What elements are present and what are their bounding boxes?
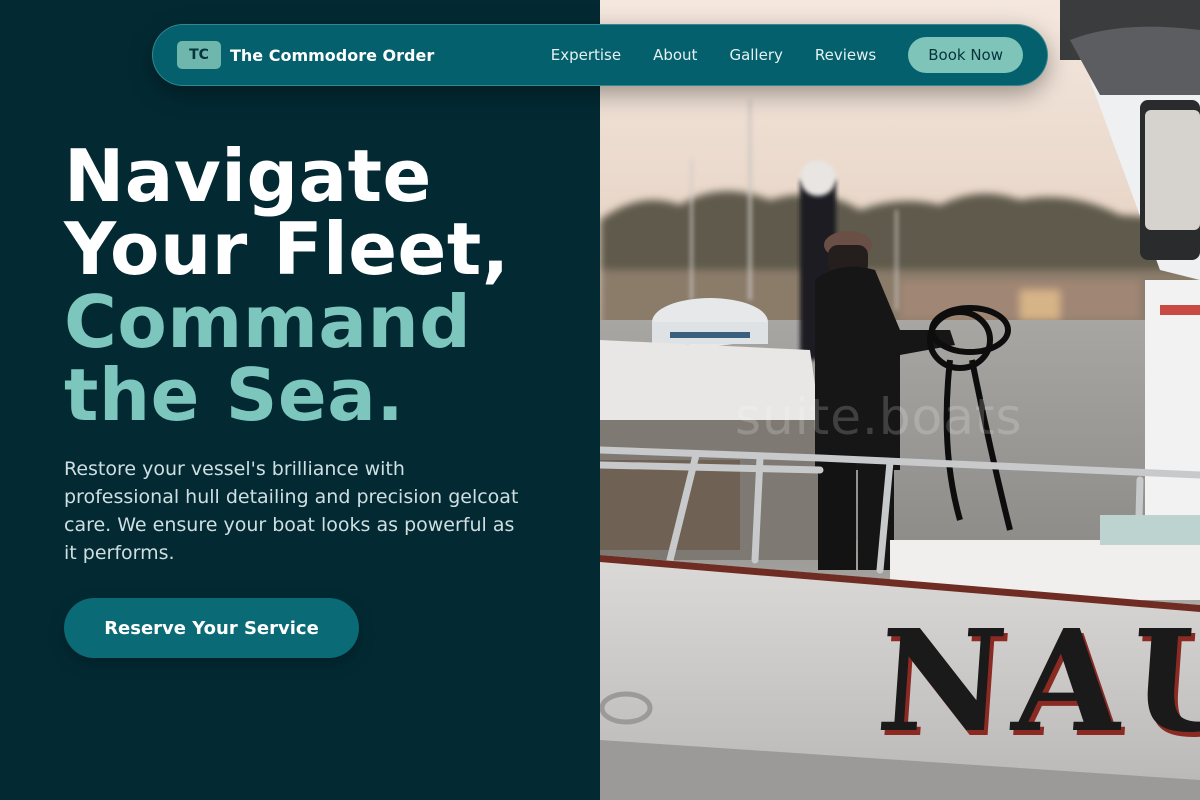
nav-item-expertise[interactable]: Expertise — [551, 46, 621, 64]
hero-description: Restore your vessel's brilliance with pr… — [64, 458, 519, 564]
hero-title: Navigate Your Fleet, Command the Sea. — [64, 140, 584, 432]
watermark-text: suite.boats — [735, 388, 1023, 446]
brand-name: The Commodore Order — [230, 45, 435, 65]
hero-section: Navigate Your Fleet, Command the Sea. Re… — [0, 0, 600, 800]
top-navbar: TC The Commodore Order Expertise About G… — [152, 24, 1048, 86]
page: Navigate Your Fleet, Command the Sea. Re… — [0, 0, 1200, 800]
hero-photo: NAU suite.boats — [600, 0, 1200, 800]
book-now-button[interactable]: Book Now — [908, 37, 1023, 73]
brand-badge: TC — [177, 41, 221, 69]
hero-title-line-1: Navigate — [64, 134, 432, 218]
nav-links: Expertise About Gallery Reviews Book Now — [551, 37, 1023, 73]
nav-item-about[interactable]: About — [653, 46, 697, 64]
reserve-service-button[interactable]: Reserve Your Service — [64, 598, 359, 658]
nav-item-reviews[interactable]: Reviews — [815, 46, 876, 64]
hero-title-line-4: the Sea. — [64, 353, 405, 437]
hero-title-line-2: Your Fleet, — [64, 207, 510, 291]
nav-item-gallery[interactable]: Gallery — [729, 46, 782, 64]
hero-title-line-3: Command — [64, 280, 472, 364]
brand-logo[interactable]: TC The Commodore Order — [177, 41, 434, 69]
hull-lettering: NAU — [872, 600, 1200, 764]
